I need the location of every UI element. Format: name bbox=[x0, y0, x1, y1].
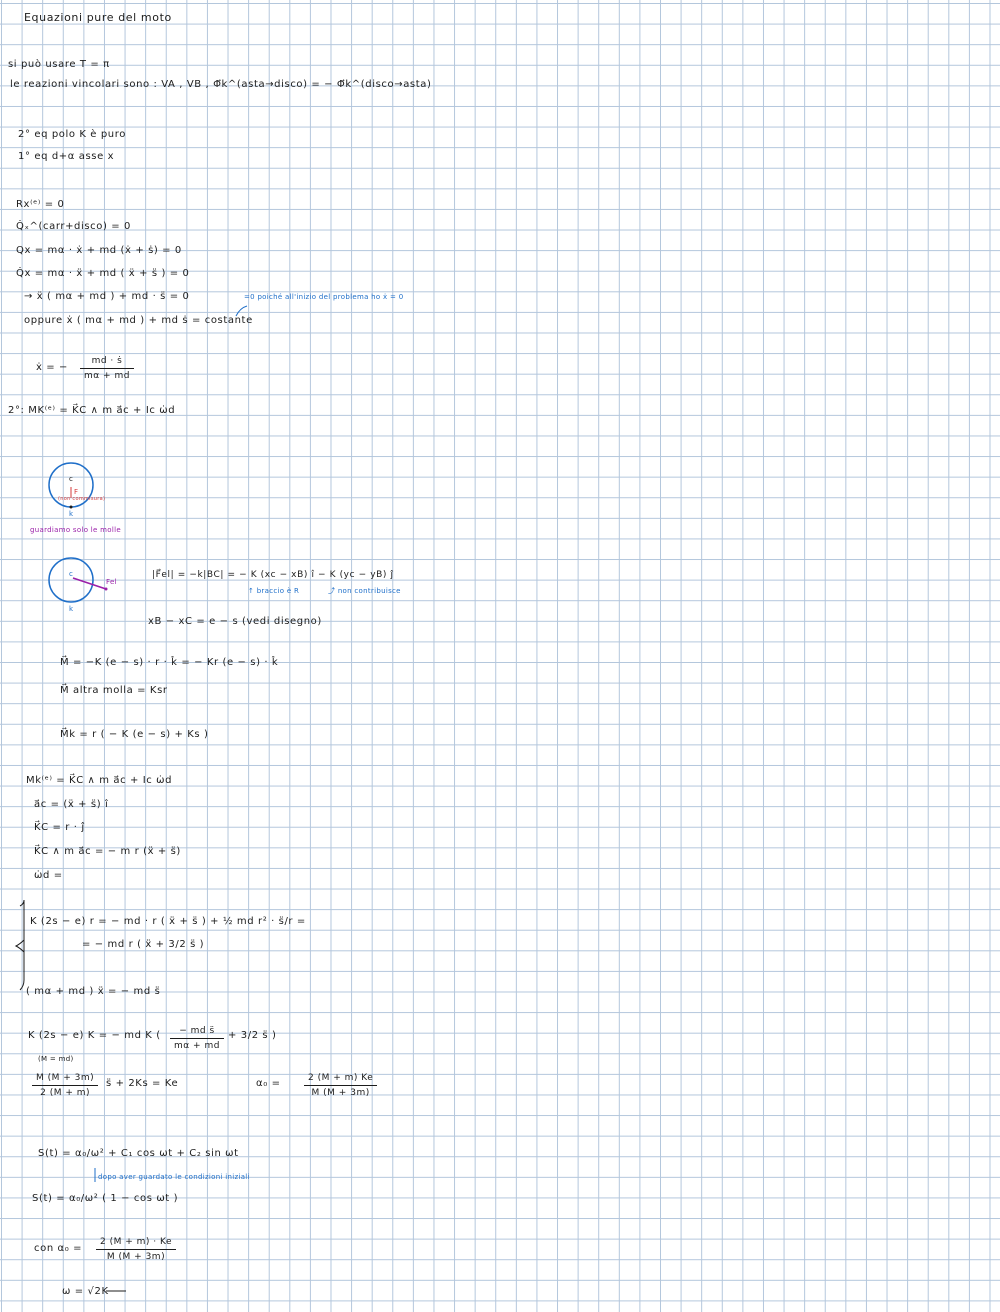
annotation-note: (non commisura) bbox=[58, 496, 106, 502]
equation-line: (M = md) bbox=[38, 1055, 74, 1063]
system-equation: = − md r ( ẍ + 3/2 s̈ ) bbox=[82, 939, 205, 950]
equation-line: con α₀ = bbox=[34, 1243, 83, 1254]
annotation-note: dopo aver guardato le condizioni inizial… bbox=[98, 1173, 250, 1181]
equation-line: ω = √2K bbox=[62, 1286, 109, 1297]
equation-line: ω̇d = bbox=[34, 870, 63, 881]
fraction: − md s̈ mα + md bbox=[170, 1026, 224, 1051]
fraction-numerator: − md s̈ bbox=[170, 1026, 224, 1039]
annotation-note: ↑ braccio è R bbox=[248, 587, 300, 595]
fraction-denominator: M (M + 3m) bbox=[311, 1088, 370, 1098]
equation-line: K⃗C = r · ĵ bbox=[34, 822, 85, 833]
equation-line: M⃗ = −K (e − s) · r · k̂ = − Kr (e − s) … bbox=[60, 657, 279, 668]
equation-line: α₀ = bbox=[256, 1078, 281, 1089]
equation-line: K (2s − e) K = − md K ( bbox=[28, 1030, 161, 1041]
fraction-denominator: 2 (M + m) bbox=[40, 1088, 91, 1098]
point-label: k bbox=[69, 510, 74, 518]
disk-diagram bbox=[14, 305, 248, 1292]
equation-line: Mk⁽ᵉ⁾ = K⃗C ∧ m a⃗c + Ic ω̇d bbox=[26, 775, 173, 786]
annotation-note: guardiamo solo le molle bbox=[30, 526, 121, 534]
equation-line: + 3/2 s̈ ) bbox=[228, 1030, 277, 1041]
equation-line: s̈ + 2Ks = Ke bbox=[106, 1078, 179, 1089]
force-label: F bbox=[74, 488, 79, 496]
fraction: 2 (M + m) Ke M (M + 3m) bbox=[304, 1073, 378, 1098]
equation-line: M⃗k = r ( − K (e − s) + Ks ) bbox=[60, 729, 209, 740]
fraction: 2 (M + m) · Ke M (M + 3m) bbox=[96, 1237, 176, 1262]
system-equation: K (2s − e) r = − md · r ( ẍ + s̈ ) + ½ m… bbox=[30, 916, 306, 927]
equation-line: |F⃗el| = −k|BC| = − K (xc − xB) î − K (y… bbox=[152, 570, 394, 580]
annotation-note: ⤴ non contribuisce bbox=[328, 587, 401, 595]
equation-line: K⃗C ∧ m a⃗c = − m r (ẍ + s̈) bbox=[34, 846, 181, 857]
equation-line: S(t) = α₀/ω² + C₁ cos ωt + C₂ sin ωt bbox=[38, 1148, 239, 1159]
equation-line: xB − xC = e − s (vedi disegno) bbox=[148, 616, 322, 627]
fraction: M (M + 3m) 2 (M + m) bbox=[32, 1073, 99, 1098]
force-label: Fel bbox=[106, 578, 117, 586]
fraction-numerator: 2 (M + m) Ke bbox=[304, 1073, 378, 1086]
fraction-denominator: mα + md bbox=[174, 1041, 220, 1051]
equation-line: S(t) = α₀/ω² ( 1 − cos ωt ) bbox=[32, 1193, 179, 1204]
point-label: k bbox=[69, 605, 74, 613]
equation-line: a⃗c = (ẍ + s̈) î bbox=[34, 799, 109, 810]
point-label: c bbox=[69, 475, 74, 483]
system-equation: ( mα + md ) ẍ = − md s̈ bbox=[26, 986, 161, 997]
point-label: c bbox=[69, 570, 74, 578]
fraction-numerator: 2 (M + m) · Ke bbox=[96, 1237, 176, 1250]
equation-line: M⃗ altra molla = Ksr bbox=[60, 685, 168, 696]
fraction-denominator: M (M + 3m) bbox=[106, 1252, 166, 1262]
fraction-numerator: M (M + 3m) bbox=[32, 1073, 99, 1086]
